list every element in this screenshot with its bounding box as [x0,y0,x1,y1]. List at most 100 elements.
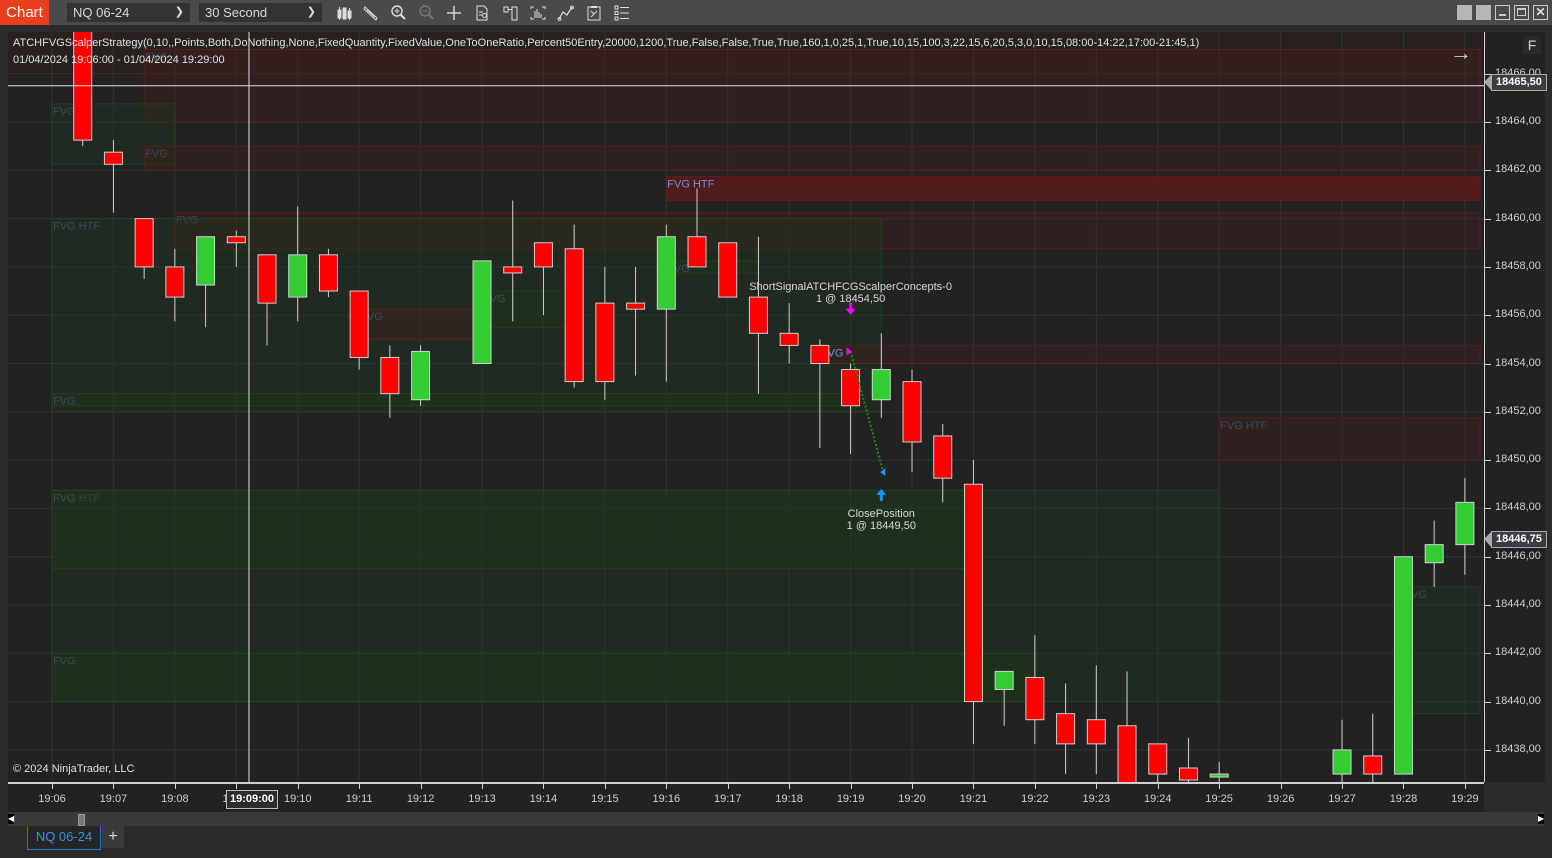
candle-up [656,236,676,310]
price-tick-label: 18454,00 [1495,356,1541,369]
price-tick-mark [1485,556,1491,558]
candle-down [349,290,369,358]
candle-down [257,254,277,304]
price-tick-label: 18450,00 [1495,453,1541,466]
indicators-icon[interactable] [527,3,549,22]
instrument-value: NQ 06-24 [73,5,130,20]
time-tick-mark [1280,784,1282,789]
candle-down [165,266,185,298]
color-swatch-1[interactable] [1457,5,1472,20]
close-arrow-shaft [879,493,883,501]
time-tick-mark [1403,784,1405,789]
candle-up [871,369,891,401]
crosshair-icon[interactable] [443,3,465,22]
drawing-tool-icon[interactable] [360,3,382,22]
candle-up [1455,501,1475,546]
price-tick-mark [1485,122,1491,123]
fvg-label: FVG HTF [667,178,714,190]
time-tick-label: 19:12 [406,793,435,805]
time-tick-mark [52,784,53,789]
price-tick-label: 18448,00 [1495,501,1541,514]
chart-window-tab[interactable]: Chart [0,0,49,25]
candle-down [103,151,123,165]
price-tick-label: 18458,00 [1495,259,1541,272]
price-tick-mark [1485,605,1491,606]
interval-value: 30 Second [205,5,268,20]
zoom-in-icon[interactable] [388,3,410,22]
fvg-zone [665,175,1481,201]
scroll-thumb[interactable] [78,814,85,826]
arrow-right-icon[interactable]: → [1450,40,1472,66]
time-tick-label: 19:16 [652,793,681,805]
candle-up [472,260,492,364]
bar-type-icon[interactable] [333,3,355,22]
strategies-icon[interactable] [555,3,577,22]
price-tick-mark [1485,170,1491,172]
minimize-icon[interactable] [1495,5,1510,20]
time-tick-label: 19:25 [1205,793,1233,805]
fvg-label: FVG [145,148,168,160]
candle-down [1086,719,1106,745]
maximize-icon[interactable] [1514,5,1529,20]
time-tick-mark [420,784,422,789]
time-tick-mark [1342,784,1344,789]
time-tick-mark [1096,784,1098,789]
time-tick-mark [543,784,545,789]
last-price-badge: 18446,75 [1484,531,1547,548]
candle-down [564,248,584,383]
time-tick-label: 19:06 [38,793,66,805]
time-tick-mark [850,784,852,789]
scroll-left-icon[interactable]: ◀ [8,814,14,824]
candle-down [1025,676,1045,721]
candle-up [288,254,308,298]
time-tick-mark [604,784,606,789]
close-icon[interactable]: ✕ [1533,5,1548,20]
exit-signal-price: 1 @ 18449,50 [847,520,916,532]
zoom-out-icon[interactable] [416,3,438,22]
price-tick-mark [1485,508,1491,510]
time-tick-label: 19:10 [283,793,312,805]
chart-trader-icon[interactable] [499,3,521,22]
price-tick-mark [1485,315,1491,317]
time-tick-label: 19:22 [1021,793,1049,805]
time-tick-label: 19:13 [468,793,496,805]
properties-icon[interactable] [583,3,605,22]
candle-up [994,670,1014,691]
candle-down [380,356,400,395]
exit-marker-icon [880,468,886,477]
candle-down [810,344,830,365]
copyright-label: © 2024 NinjaTrader, LLC [13,763,135,775]
price-tick-label: 18446,00 [1495,549,1541,562]
price-tick-mark [1485,653,1491,655]
time-axis[interactable]: 19:0619:0719:0819:0919:1019:1119:1219:13… [8,782,1484,814]
data-box-icon[interactable] [471,3,493,22]
candle-down [718,242,738,298]
interval-selector[interactable]: 30 Second ❯ [199,3,322,22]
candle-down [963,483,983,703]
candle-up [411,350,431,401]
candle-up [1209,773,1229,778]
fvg-zone [51,652,1036,703]
horizontal-scrollbar[interactable]: ◀ ▶ [8,812,1544,826]
title-bar: Chart NQ 06-24 ❯ 30 Second ❯ ✕ [0,0,1552,25]
price-tick-label: 18464,00 [1495,115,1541,127]
object-list-icon[interactable] [611,3,633,22]
price-chart[interactable]: FVGFVGFVGFVG HTFFVGFVG HTFFVGFVGFVGFVGFV… [8,32,1484,782]
color-swatch-2[interactable] [1476,5,1491,20]
f-button[interactable]: F [1523,36,1541,54]
candle-up [196,236,216,286]
fvg-label: FVG [53,106,76,118]
price-tick-label: 18440,00 [1495,694,1541,707]
price-axis[interactable]: F 18466,00 18464,00 18462,00 18460,00 18458,… [1484,32,1547,782]
time-tick-label: 19:23 [1082,793,1111,805]
instrument-tab[interactable]: NQ 06-24 [27,826,101,850]
instrument-selector[interactable]: NQ 06-24 ❯ [67,3,190,22]
scroll-right-icon[interactable]: ▶ [1538,814,1544,824]
price-tick-label: 18452,00 [1495,404,1541,417]
add-tab-button[interactable]: + [102,826,124,848]
time-tick-label: 19:19 [836,793,865,805]
fvg-zone [143,145,1481,171]
time-tick-mark [1034,784,1036,789]
candle-down [134,218,154,268]
chart-panel[interactable]: FVG FVG FVG FVG HTF FVG FVG HTF FVG FVG FVG FVG FV… [8,32,1484,782]
